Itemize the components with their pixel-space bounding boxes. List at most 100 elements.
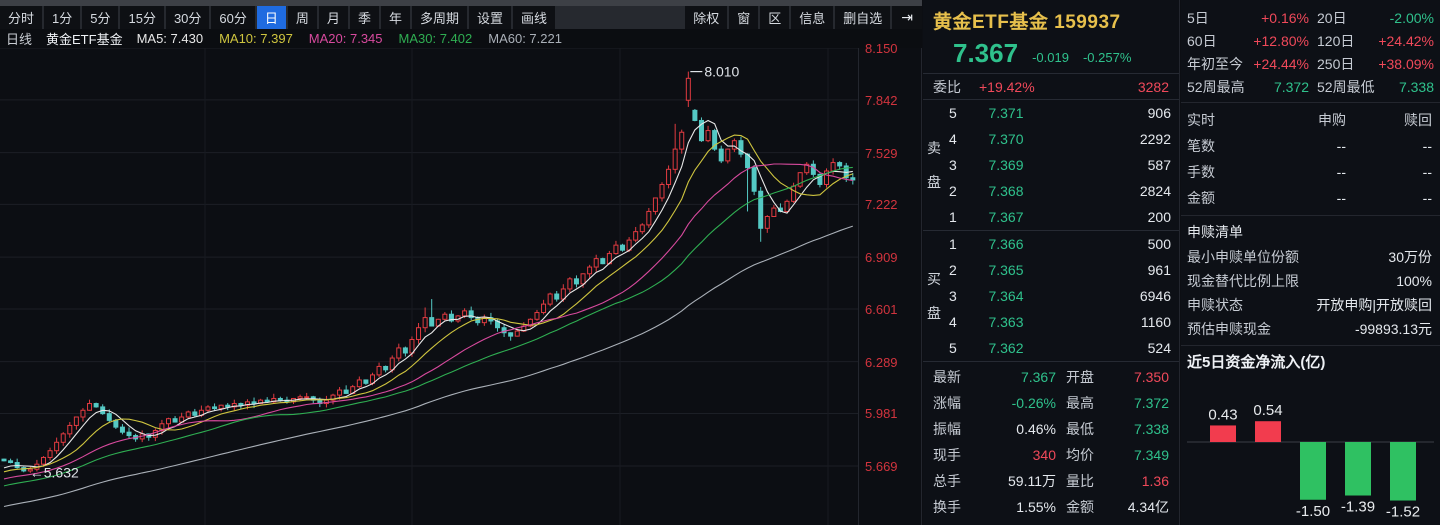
sell-level-1[interactable]: 1 7.367 200 [949, 204, 1179, 230]
price-change: -0.019 [1032, 50, 1069, 65]
fund-flow-section: 近5日资金净流入(亿) 0.436-30.546-4-1.506-5-1.396… [1181, 345, 1440, 525]
price-axis-label: 6.909 [865, 250, 898, 266]
subscription-section: 申赎清单 最小申赎单位份额 30万份 现金替代比例上限 100% 申赎状态 开放申购|开放… [1181, 215, 1440, 345]
performance-row: 60日 +12.80% 120日 +24.42% [1187, 32, 1434, 49]
performance-row: 年初至今 +24.44% 250日 +38.09% [1187, 55, 1434, 72]
realtime-row: 手数 -- -- [1187, 164, 1432, 180]
chart-panel: 分时 1分 5分 15分 30分 60分日周月季年多周期 设置 画线 除权窗区信息 删自选 ⇥ 日… [0, 0, 922, 525]
toolbar-button-5分[interactable]: 5分 [82, 6, 119, 29]
performance-grid: 5日 +0.16% 20日 -2.00% 60日 +12.80% 120日 +24.42% 年初… [1181, 0, 1440, 102]
sell-side-label: 卖盘 [927, 140, 941, 190]
collapse-panel-icon[interactable]: ⇥ [892, 6, 922, 29]
instrument-code: 159937 [1054, 12, 1121, 33]
flow-bar-6-5 [1300, 442, 1326, 500]
realtime-row: 笔数 -- -- [1187, 138, 1432, 154]
toolbar-button-除权[interactable]: 除权 [685, 6, 728, 29]
price-axis-label: 6.289 [865, 354, 898, 370]
chart-toolbar: 分时 1分 5分 15分 30分 60分日周月季年多周期 设置 画线 除权窗区信息 删自选 ⇥ [0, 6, 922, 29]
candlestick-chart[interactable]: 8.010 ←5.632 [0, 48, 858, 525]
instrument-name-label: 黄金ETF基金 [46, 32, 123, 47]
stats-row: 现手 340 均价 7.349 [933, 447, 1169, 463]
stats-row: 总手 59.11万 量比 1.36 [933, 473, 1169, 489]
subscription-row: 最小申赎单位份额 30万份 [1187, 249, 1432, 265]
svg-text:-1.50: -1.50 [1296, 503, 1330, 520]
toolbar-button-设置[interactable]: 设置 [468, 6, 511, 29]
fund-flow-chart: 0.436-30.546-4-1.506-5-1.396-6-1.526-9 [1187, 402, 1434, 521]
toolbar-button-月[interactable]: 月 [318, 6, 348, 29]
toolbar-button-窗[interactable]: 窗 [729, 6, 759, 29]
subscription-title: 申赎清单 [1187, 224, 1243, 240]
price-row: 7.367 -0.019 -0.257% [923, 34, 1179, 69]
price-axis-label: 8.150 [865, 41, 898, 56]
subscription-row: 预估申赎现金 -99893.13元 [1187, 321, 1432, 337]
price-axis-label: 7.842 [865, 92, 898, 108]
buy-level-3[interactable]: 3 7.364 6946 [949, 283, 1179, 309]
toolbar-button-画线[interactable]: 画线 [513, 6, 556, 29]
stats-row: 涨幅 -0.26% 最高 7.372 [933, 395, 1169, 411]
toolbar-button-删自选[interactable]: 删自选 [835, 6, 891, 29]
price-axis: 8.150 7.842 7.529 7.222 6.909 6.601 6.289 5.981… [859, 41, 922, 525]
flow-bar-6-4 [1255, 421, 1281, 442]
realtime-header: 实时 申购 赎回 [1187, 112, 1432, 128]
svg-text:-1.52: -1.52 [1386, 504, 1420, 521]
realtime-row: 金额 -- -- [1187, 190, 1432, 206]
sell-level-4[interactable]: 4 7.370 2292 [949, 126, 1179, 152]
weibi-row: 委比 +19.42% 3282 [923, 74, 1179, 99]
ma-legend-item: MA10: 7.397 [219, 31, 293, 46]
buy-level-5[interactable]: 5 7.362 524 [949, 335, 1179, 361]
svg-text:0.54: 0.54 [1253, 402, 1282, 419]
toolbar-button-年[interactable]: 年 [380, 6, 410, 29]
flow-bar-6-9 [1390, 442, 1416, 501]
buy-level-2[interactable]: 2 7.365 961 [949, 257, 1179, 283]
toolbar-button-多周期[interactable]: 多周期 [411, 6, 467, 29]
price-axis-label: 5.981 [865, 406, 898, 422]
instrument-title: 黄金ETF基金 159937 [923, 0, 1179, 34]
weibi-value: +19.42% [979, 78, 1035, 95]
sell-order-book: 卖盘 5 7.371 906 4 7.370 2292 3 7.369 587 2 7.368 282… [923, 100, 1179, 230]
toolbar-period-group: 分时 1分 5分 15分 30分 60分日周月季年多周期 设置 画线 [0, 6, 556, 29]
toolbar-button-1分[interactable]: 1分 [44, 6, 81, 29]
toolbar-button-周[interactable]: 周 [287, 6, 317, 29]
fund-flow-title: 近5日资金净流入(亿) [1187, 354, 1326, 371]
svg-text:0.43: 0.43 [1208, 406, 1237, 423]
svg-text:-1.39: -1.39 [1341, 499, 1375, 516]
price-change-pct: -0.257% [1082, 50, 1132, 65]
toolbar-button-分时[interactable]: 分时 [0, 6, 43, 29]
toolbar-button-60分[interactable]: 60分 [211, 6, 255, 29]
flow-bar-6-3 [1210, 425, 1236, 442]
toolbar-button-日[interactable]: 日 [256, 6, 286, 29]
ma-legend-item: MA30: 7.402 [398, 31, 473, 46]
ma-legend-item: MA5: 7.430 [136, 31, 204, 46]
performance-row: 5日 +0.16% 20日 -2.00% [1187, 9, 1434, 26]
buy-level-1[interactable]: 1 7.366 500 [949, 231, 1179, 257]
weibi-label: 委比 [933, 78, 961, 95]
stats-grid: 最新 7.367 开盘 7.350 涨幅 -0.26% 最高 7.372 振幅 0.46% 最低 7.… [923, 362, 1179, 525]
stats-row: IOPV7.3618溢价率+0.07% [923, 520, 1179, 525]
buy-side-label: 买盘 [927, 271, 941, 321]
toolbar-tools-group: 除权窗区信息 删自选 ⇥ [685, 6, 922, 29]
sell-level-2[interactable]: 2 7.368 2824 [949, 178, 1179, 204]
flow-bar-6-6 [1345, 442, 1371, 496]
price-axis-label: 7.222 [865, 197, 898, 213]
quote-panel: 黄金ETF基金 159937 7.367 -0.019 -0.257% 委比 +… [923, 0, 1180, 525]
period-line-label: 日线 [6, 32, 33, 47]
sell-level-3[interactable]: 3 7.369 587 [949, 152, 1179, 178]
weicha-value: 3282 [1137, 78, 1169, 95]
sell-level-5[interactable]: 5 7.371 906 [949, 100, 1179, 126]
ma-legend-item: MA20: 7.345 [308, 31, 383, 46]
ma-legend-item: MA60: 7.221 [488, 31, 562, 46]
stats-row: 最新 7.367 开盘 7.350 [933, 369, 1169, 385]
stats-row: 振幅 0.46% 最低 7.338 [933, 421, 1169, 437]
buy-level-4[interactable]: 4 7.363 1160 [949, 309, 1179, 335]
toolbar-button-30分[interactable]: 30分 [165, 6, 210, 29]
stats-row: 换手 1.55% 金额 4.34亿 [933, 499, 1169, 515]
toolbar-button-15分[interactable]: 15分 [120, 6, 164, 29]
detail-panel: 5日 +0.16% 20日 -2.00% 60日 +12.80% 120日 +24.42% 年初… [1181, 0, 1440, 525]
price-axis-label: 6.601 [865, 302, 898, 317]
toolbar-button-季[interactable]: 季 [349, 6, 379, 29]
price-axis-label: 5.669 [865, 459, 898, 475]
toolbar-button-信息[interactable]: 信息 [791, 6, 834, 29]
trading-app: 分时 1分 5分 15分 30分 60分日周月季年多周期 设置 画线 除权窗区信息 删自选 ⇥ 日… [0, 0, 1440, 525]
toolbar-button-区[interactable]: 区 [760, 6, 790, 29]
instrument-name: 黄金ETF基金 [933, 12, 1049, 33]
